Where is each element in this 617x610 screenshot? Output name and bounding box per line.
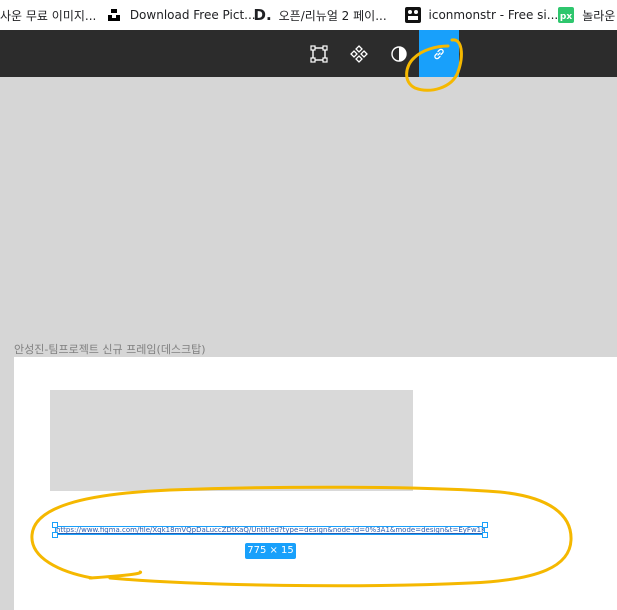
bookmark-iconmonstr[interactable]: iconmonstr - Free si... [404, 0, 559, 30]
resize-handle-top-left[interactable] [52, 522, 58, 528]
bookmark-open-renewal[interactable]: D. 오픈/리뉴얼 2 페이... [253, 0, 405, 30]
bookmark-free-images[interactable]: 사운 무료 이미지... [0, 0, 106, 30]
bookmark-label: 오픈/리뉴얼 2 페이... [278, 8, 387, 23]
bookmarks-bar: 사운 무료 이미지... Download Free Pict... D. 오픈… [0, 0, 617, 30]
bookmark-pixabay[interactable]: px 놀라운 [558, 0, 617, 30]
bookmark-unsplash[interactable]: Download Free Pict... [106, 0, 256, 30]
svg-text:px: px [560, 12, 572, 22]
d-logo-icon: D. [253, 6, 272, 24]
link-tool-button[interactable] [419, 30, 459, 77]
unsplash-icon [106, 7, 122, 23]
bookmark-label: 사운 무료 이미지... [0, 8, 97, 23]
selection-box [55, 526, 485, 535]
frame-select-icon [310, 44, 328, 63]
resize-handle-top-right[interactable] [482, 522, 488, 528]
selection-size-badge: 775 × 15 [245, 543, 296, 559]
component-tool-button[interactable] [339, 30, 379, 77]
figma-toolbar [0, 30, 617, 77]
frame-tool-button[interactable] [299, 30, 339, 77]
link-icon [431, 46, 447, 62]
image-placeholder[interactable] [50, 390, 413, 491]
component-icon [350, 44, 368, 63]
mask-tool-button[interactable] [379, 30, 419, 77]
frame-label[interactable]: 안성진-팀프로젝트 신규 프레임(데스크탑) [14, 341, 206, 357]
bookmark-label: Download Free Pict... [129, 8, 256, 22]
px-icon: px [558, 7, 575, 23]
resize-handle-bottom-right[interactable] [482, 532, 488, 538]
bookmark-label: iconmonstr - Free si... [428, 8, 559, 22]
iconmonstr-icon [404, 7, 421, 23]
bookmark-label: 놀라운 [582, 8, 616, 23]
contrast-icon [390, 45, 408, 63]
resize-handle-bottom-left[interactable] [52, 532, 58, 538]
